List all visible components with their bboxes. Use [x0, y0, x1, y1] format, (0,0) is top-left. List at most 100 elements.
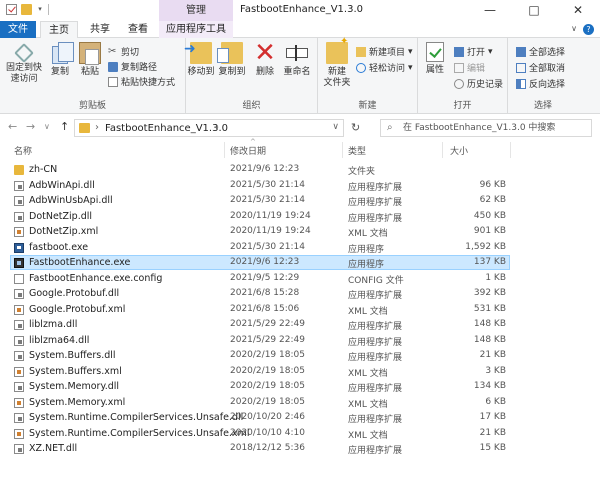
file-row[interactable]: fastboot.exe 2021/5/30 21:14 应用程序 1,592 KB [0, 240, 600, 256]
search-input[interactable] [403, 121, 588, 135]
up-arrow-icon[interactable]: ↑ [60, 120, 69, 133]
file-row[interactable]: System.Runtime.CompilerServices.Unsafe.d… [0, 410, 600, 426]
pin-quick-access-button[interactable]: 固定到快 速访问 [2, 42, 46, 85]
column-name[interactable]: 名称 [14, 144, 32, 157]
back-arrow-icon[interactable]: ← [8, 120, 17, 133]
breadcrumb-chevron-end-icon[interactable]: › [215, 122, 219, 133]
file-row[interactable]: System.Buffers.xml 2020/2/19 18:05 XML 文档 3… [0, 364, 600, 380]
file-name[interactable]: System.Buffers.xml [29, 366, 122, 377]
file-name[interactable]: System.Runtime.CompilerServices.Unsafe.d… [29, 412, 243, 423]
column-size[interactable]: 大小 [450, 144, 468, 157]
file-row[interactable]: liblzma.dll 2021/5/29 22:49 应用程序扩展 148 KB [0, 317, 600, 333]
select-none-button[interactable]: 全部取消 [516, 61, 565, 74]
file-name[interactable]: Google.Protobuf.xml [29, 304, 125, 315]
file-row[interactable]: liblzma64.dll 2021/5/29 22:49 应用程序扩展 148 KB [0, 333, 600, 349]
file-row[interactable]: DotNetZip.dll 2020/11/19 19:24 应用程序扩展 450 K… [0, 209, 600, 225]
file-name[interactable]: DotNetZip.dll [29, 211, 92, 222]
minimize-button[interactable]: — [468, 0, 512, 21]
file-name[interactable]: AdbWinUsbApi.dll [29, 195, 113, 206]
column-divider[interactable] [342, 142, 343, 158]
file-row[interactable]: System.Buffers.dll 2020/2/19 18:05 应用程序扩展 2… [0, 348, 600, 364]
file-name[interactable]: System.Buffers.dll [29, 350, 116, 361]
file-name[interactable]: liblzma64.dll [29, 335, 89, 346]
file-name[interactable]: DotNetZip.xml [29, 226, 98, 237]
tab-share[interactable]: 共享 [84, 21, 116, 38]
new-item-button[interactable]: 新建项目 ▾ [356, 45, 413, 58]
column-date[interactable]: 修改日期 [230, 144, 266, 157]
refresh-icon[interactable]: ↻ [351, 121, 360, 134]
paste-shortcut-button[interactable]: 粘贴快捷方式 [108, 75, 175, 88]
tab-home[interactable]: 主页 [40, 21, 78, 39]
file-row[interactable]: FastbootEnhance.exe.config 2021/9/5 12:29… [0, 271, 600, 287]
properties-button[interactable]: 属性 [422, 42, 448, 76]
file-name[interactable]: liblzma.dll [29, 319, 77, 330]
rename-button[interactable]: 重命名 [280, 42, 314, 78]
open-button[interactable]: 打开 ▾ [454, 45, 493, 58]
tab-app-tools[interactable]: 应用程序工具 [159, 21, 233, 38]
file-name[interactable]: System.Runtime.CompilerServices.Unsafe.x… [29, 428, 249, 439]
tab-file[interactable]: 文件 [0, 21, 36, 38]
file-name[interactable]: AdbWinApi.dll [29, 180, 95, 191]
select-all-button[interactable]: 全部选择 [516, 45, 565, 58]
breadcrumb-current[interactable]: FastbootEnhance_V1.3.0 [105, 123, 228, 134]
file-date: 2020/2/19 18:05 [230, 396, 305, 407]
file-row[interactable]: zh-CN 2021/9/6 12:23 文件夹 [0, 162, 600, 178]
file-name[interactable]: fastboot.exe [29, 242, 88, 253]
cut-button[interactable]: ✂ 剪切 [108, 45, 139, 58]
forward-arrow-icon[interactable]: → [26, 120, 35, 133]
file-row[interactable]: XZ.NET.dll 2018/12/12 5:36 应用程序扩展 15 KB [0, 441, 600, 457]
column-divider[interactable] [442, 142, 443, 158]
properties-quick-icon[interactable] [6, 4, 17, 15]
file-date: 2021/5/29 22:49 [230, 334, 305, 345]
file-name[interactable]: FastbootEnhance.exe [29, 257, 130, 268]
file-name[interactable]: System.Memory.dll [29, 381, 119, 392]
history-button[interactable]: 历史记录 [454, 77, 503, 90]
file-row[interactable]: AdbWinApi.dll 2021/5/30 21:14 应用程序扩展 96 KB [0, 178, 600, 194]
delete-button[interactable]: ✕ 删除 [252, 40, 278, 78]
easy-access-button[interactable]: 轻松访问 ▾ [356, 61, 413, 74]
tab-view[interactable]: 查看 [122, 21, 154, 38]
recent-locations-icon[interactable]: ∨ [44, 122, 50, 131]
file-size: 148 KB [473, 319, 506, 329]
file-name[interactable]: XZ.NET.dll [29, 443, 77, 454]
file-date: 2021/5/30 21:14 [230, 195, 305, 205]
file-size: 6 KB [485, 396, 506, 407]
move-to-button[interactable]: 移动到 [184, 42, 216, 78]
file-row[interactable]: Google.Protobuf.xml 2021/6/8 15:06 XML 文档 5… [0, 302, 600, 318]
edit-button[interactable]: 编辑 [454, 61, 485, 74]
select-none-icon [516, 62, 526, 73]
file-name[interactable]: System.Memory.xml [29, 397, 125, 408]
breadcrumb-chevron-icon[interactable]: › [95, 122, 99, 133]
file-type: XML 文档 [348, 306, 388, 317]
new-folder-quick-icon[interactable] [21, 4, 32, 15]
copy-button[interactable]: 复制 [46, 42, 74, 78]
column-divider[interactable] [224, 142, 225, 158]
copy-to-button[interactable]: 复制到 [217, 42, 247, 78]
file-size: 137 KB [473, 257, 506, 267]
customize-quick-access-icon[interactable]: ▾ [36, 4, 44, 15]
search-box[interactable]: ⌕ [380, 119, 592, 137]
file-name[interactable]: FastbootEnhance.exe.config [29, 273, 162, 284]
column-divider[interactable] [510, 142, 511, 158]
file-row[interactable]: DotNetZip.xml 2020/11/19 19:24 XML 文档 901 K… [0, 224, 600, 240]
maximize-button[interactable]: □ [512, 0, 556, 21]
column-type[interactable]: 类型 [348, 144, 366, 157]
file-name[interactable]: Google.Protobuf.dll [29, 288, 119, 299]
close-button[interactable]: ✕ [556, 0, 600, 21]
file-row[interactable]: System.Memory.dll 2020/2/19 18:05 应用程序扩展 13… [0, 379, 600, 395]
help-icon[interactable]: ? [583, 24, 594, 35]
address-dropdown-icon[interactable]: ∨ [332, 122, 339, 132]
collapse-ribbon-icon[interactable]: ∨ [571, 24, 577, 35]
file-name[interactable]: zh-CN [29, 164, 57, 175]
file-row[interactable]: System.Runtime.CompilerServices.Unsafe.x… [0, 426, 600, 442]
file-row[interactable]: Google.Protobuf.dll 2021/6/8 15:28 应用程序扩展 3… [0, 286, 600, 302]
file-row[interactable]: AdbWinUsbApi.dll 2021/5/30 21:14 应用程序扩展 62 … [0, 193, 600, 209]
new-folder-button[interactable]: 新建 文件夹 [320, 36, 354, 89]
paste-button[interactable]: 粘贴 [76, 42, 104, 78]
clipboard-group: 固定到快 速访问 复制 粘贴 ✂ 剪切 复制路径 粘贴快捷方式 剪贴板 [0, 38, 186, 114]
address-bar[interactable]: › FastbootEnhance_V1.3.0 › ∨ [74, 119, 344, 137]
copy-path-button[interactable]: 复制路径 [108, 60, 157, 73]
invert-selection-button[interactable]: 反向选择 [516, 77, 565, 90]
file-row[interactable]: System.Memory.xml 2020/2/19 18:05 XML 文档 6 … [0, 395, 600, 411]
file-row[interactable]: FastbootEnhance.exe 2021/9/6 12:23 应用程序 137… [0, 255, 600, 271]
